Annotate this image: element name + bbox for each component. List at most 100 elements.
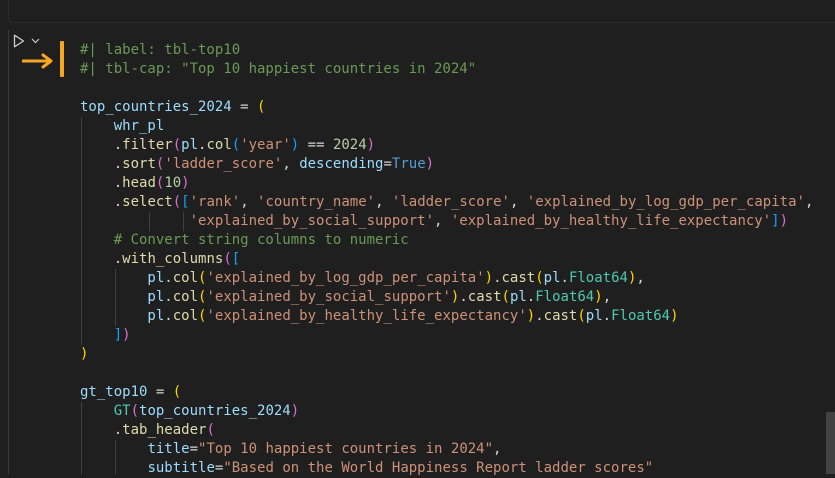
code-token: 'explained_by_log_gdp_per_capita' xyxy=(526,194,805,210)
code-token: . xyxy=(493,270,502,286)
code-token: . xyxy=(80,194,123,210)
cell-border xyxy=(8,30,9,474)
code-token: . xyxy=(164,308,173,324)
code-line: ]) xyxy=(80,326,813,345)
code-line: .sort('ladder_score', descending=True) xyxy=(80,155,813,174)
code-token: pl xyxy=(80,270,165,286)
code-line: subtitle="Based on the World Happiness R… xyxy=(80,459,813,478)
code-token: select xyxy=(122,194,173,210)
code-token: descending xyxy=(299,156,384,172)
code-token: ( xyxy=(257,99,266,115)
code-token: , xyxy=(434,213,451,229)
code-token: top_countries_2024 xyxy=(139,403,291,419)
code-token: col xyxy=(172,270,199,286)
previous-cell-frame xyxy=(8,0,835,23)
code-line: top_countries_2024 = ( xyxy=(80,98,813,117)
code-token: GT xyxy=(113,403,131,419)
code-token: pl xyxy=(80,289,165,305)
code-token: pl xyxy=(543,270,561,286)
code-token: . xyxy=(602,308,612,324)
code-token: 'explained_by_social_support' xyxy=(206,289,451,305)
code-token: = xyxy=(147,384,173,400)
code-line: .filter(pl.col('year') == 2024) xyxy=(80,136,813,155)
code-line: pl.col('explained_by_social_support').ca… xyxy=(80,288,813,307)
play-icon[interactable] xyxy=(12,34,26,48)
code-token: . xyxy=(164,270,173,286)
code-line: #| tbl-cap: "Top 10 happiest countries i… xyxy=(80,60,813,79)
code-token: , xyxy=(493,441,502,457)
code-line: .tab_header( xyxy=(80,421,813,440)
code-token: . xyxy=(560,270,569,286)
code-token: ) xyxy=(181,175,190,191)
code-token: ( xyxy=(172,137,182,153)
scrollbar-thumb[interactable] xyxy=(826,412,835,474)
code-token: whr_pl xyxy=(80,118,165,134)
code-token: . xyxy=(80,137,123,153)
code-line: pl.col('explained_by_log_gdp_per_capita'… xyxy=(80,269,813,288)
code-token: 10 xyxy=(164,175,182,191)
code-token: top_countries_2024 xyxy=(80,99,232,115)
code-token: ) xyxy=(290,403,300,419)
code-line: .head(10) xyxy=(80,174,813,193)
code-token: col xyxy=(206,137,232,153)
code-token: gt_top10 xyxy=(80,384,148,400)
code-token: = xyxy=(383,156,392,172)
code-token: ] xyxy=(771,213,780,229)
code-line: # Convert string columns to numeric xyxy=(80,231,813,250)
arrow-right-icon xyxy=(21,53,58,69)
code-token: 'year' xyxy=(240,137,291,153)
code-token: ( xyxy=(577,308,586,324)
code-token: 'ladder_score' xyxy=(391,194,510,210)
code-token: , xyxy=(804,194,814,210)
code-token: 'rank' xyxy=(189,194,241,210)
code-token: . xyxy=(459,289,468,305)
code-token: 'explained_by_log_gdp_per_capita' xyxy=(206,270,485,286)
code-token: cast xyxy=(501,270,536,286)
code-token: ) xyxy=(594,289,603,305)
code-token: 'ladder_score' xyxy=(164,156,283,172)
code-token: , xyxy=(602,289,612,305)
code-token: ( xyxy=(130,403,140,419)
code-token: pl xyxy=(585,308,603,324)
code-token: title xyxy=(147,441,190,457)
code-token: cast xyxy=(467,289,502,305)
code-line: .with_columns([ xyxy=(80,250,813,269)
code-token: ( xyxy=(231,137,241,153)
code-line: gt_top10 = ( xyxy=(80,383,813,402)
code-token: ( xyxy=(501,289,510,305)
code-token: ] xyxy=(113,327,123,343)
code-token: cast xyxy=(543,308,578,324)
cell-focus-indicator xyxy=(60,41,64,77)
code-token: sort xyxy=(122,156,156,172)
code-token: head xyxy=(122,175,156,191)
code-token: ( xyxy=(535,270,544,286)
code-line: title="Top 10 happiest countries in 2024… xyxy=(80,440,813,459)
code-token: #| label: tbl-top10 xyxy=(80,42,241,58)
code-editor[interactable]: #| label: tbl-top10 #| tbl-cap: "Top 10 h… xyxy=(80,41,813,478)
code-token: 'explained_by_healthy_life_expectancy' xyxy=(206,308,527,324)
code-token: , xyxy=(509,194,527,210)
previous-cell-bottom xyxy=(0,0,835,28)
chevron-down-icon[interactable] xyxy=(30,36,40,46)
code-token: . xyxy=(526,289,536,305)
code-token: ( xyxy=(172,384,182,400)
code-token: ( xyxy=(223,251,232,267)
code-token: == xyxy=(299,137,333,153)
code-token: 'explained_by_healthy_life_expectancy' xyxy=(450,213,772,229)
code-line: ​ xyxy=(80,364,813,383)
code-token: , xyxy=(282,156,300,172)
code-line: ​ xyxy=(80,79,813,98)
code-token: . xyxy=(164,289,173,305)
code-token: , xyxy=(240,194,258,210)
code-token: . xyxy=(535,308,544,324)
code-token: ) xyxy=(425,156,435,172)
code-token: . xyxy=(80,156,123,172)
code-token: [ xyxy=(181,194,190,210)
code-line: whr_pl xyxy=(80,117,813,136)
code-token: ( xyxy=(172,194,182,210)
code-token: # Convert string columns to numeric xyxy=(80,232,409,248)
